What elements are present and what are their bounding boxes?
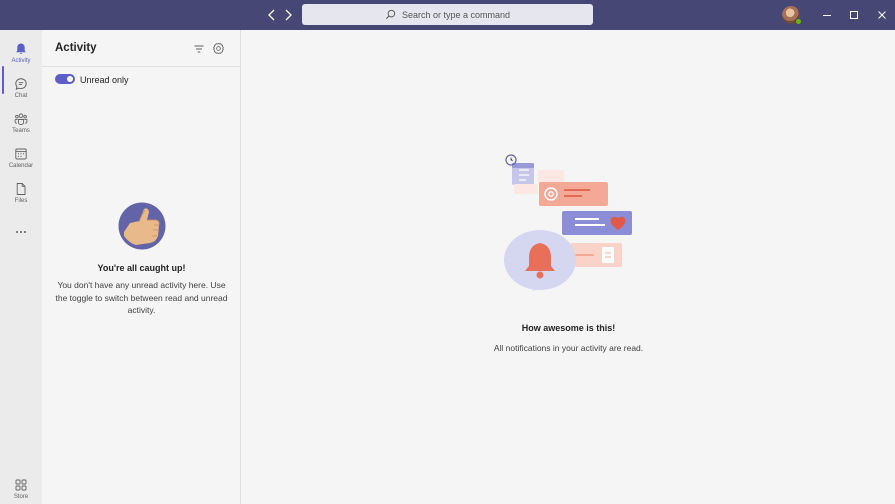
main-title: How awesome is this!	[521, 323, 616, 333]
back-arrow-icon[interactable]	[264, 7, 280, 23]
chat-icon	[15, 78, 27, 91]
close-icon[interactable]	[876, 9, 888, 21]
thumbs-up-illustration	[118, 202, 166, 250]
rail-item-label: Calendar	[8, 163, 34, 169]
presence-badge	[795, 18, 802, 25]
empty-state-description: You don't have any unread activity here.…	[55, 280, 228, 315]
rail-item-store[interactable]: Store	[0, 476, 42, 504]
rail-item-calendar[interactable]: Calendar	[0, 145, 42, 177]
filter-icon[interactable]	[193, 43, 205, 55]
toggle-label: Unread only	[80, 75, 129, 85]
teams-icon	[14, 113, 28, 125]
panel-header: Activity	[42, 30, 241, 67]
minimize-icon[interactable]	[821, 9, 833, 21]
rail-item-activity[interactable]: Activity	[0, 40, 42, 72]
apps-icon	[15, 479, 27, 491]
title-bar: Search or type a command	[0, 0, 895, 30]
activity-panel: Activity Unread only You're all caught u…	[42, 30, 241, 504]
rail-item-teams[interactable]: Teams	[0, 110, 42, 142]
search-icon	[385, 9, 396, 19]
calendar-icon	[15, 148, 27, 160]
rail-item-chat[interactable]: Chat	[0, 75, 42, 107]
search-placeholder: Search or type a command	[401, 9, 511, 20]
notifications-illustration	[504, 154, 632, 291]
rail-item-label: Files	[14, 198, 28, 204]
search-input[interactable]: Search or type a command	[302, 4, 593, 25]
unread-only-toggle[interactable]	[55, 74, 75, 84]
gear-icon[interactable]	[212, 42, 225, 55]
main-content: How awesome is this! All notifications i…	[242, 30, 895, 504]
maximize-icon[interactable]	[848, 9, 860, 21]
page-title: Activity	[55, 42, 97, 54]
rail-item-label: Chat	[14, 93, 28, 99]
bell-icon	[16, 43, 26, 55]
rail-item-files[interactable]: Files	[0, 180, 42, 212]
rail-item-more[interactable]	[0, 223, 42, 255]
file-icon	[16, 183, 26, 195]
forward-arrow-icon[interactable]	[280, 7, 296, 23]
main-description: All notifications in your activity are r…	[493, 343, 644, 353]
rail-item-label: Store	[13, 494, 29, 500]
rail-item-label: Teams	[12, 128, 30, 134]
rail-item-label: Activity	[11, 58, 31, 64]
empty-state-title: You're all caught up!	[97, 263, 186, 273]
app-rail: Activity Chat Teams Calendar Files Store	[0, 30, 42, 504]
more-icon	[16, 231, 26, 233]
